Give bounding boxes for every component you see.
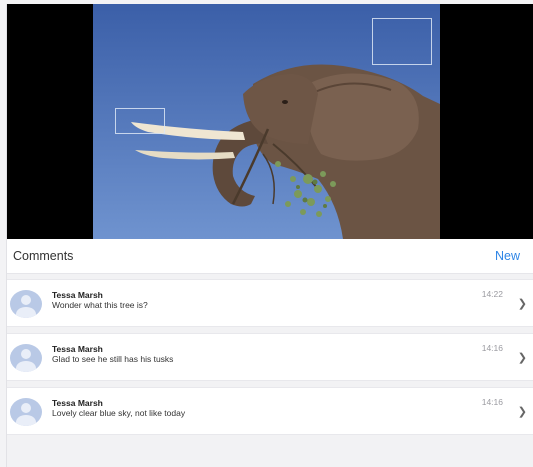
chevron-right-icon: ❯	[517, 352, 527, 364]
comment-time: 14:22	[481, 289, 503, 299]
comment-text: Glad to see he still has his tusks	[52, 354, 174, 364]
avatar	[10, 290, 42, 318]
new-comment-button[interactable]: New	[495, 249, 520, 263]
annotation-region[interactable]	[115, 108, 165, 134]
comments-list: Tessa Marsh Wonder what this tree is? 14…	[7, 279, 533, 441]
chevron-right-icon: ❯	[517, 298, 527, 310]
comments-title: Comments	[13, 249, 74, 263]
comment-author: Tessa Marsh	[52, 290, 103, 300]
person-silhouette-icon	[21, 349, 31, 359]
comment-item[interactable]: Tessa Marsh Lovely clear blue sky, not l…	[7, 387, 533, 435]
avatar	[10, 398, 42, 426]
comment-item[interactable]: Tessa Marsh Wonder what this tree is? 14…	[7, 279, 533, 327]
comment-time: 14:16	[481, 343, 503, 353]
person-silhouette-icon	[21, 403, 31, 413]
person-silhouette-icon	[21, 295, 31, 305]
photo-viewer	[7, 4, 533, 239]
comment-item[interactable]: Tessa Marsh Glad to see he still has his…	[7, 333, 533, 381]
comment-author: Tessa Marsh	[52, 344, 103, 354]
elephant-photo[interactable]	[93, 4, 440, 239]
comment-text: Wonder what this tree is?	[52, 300, 148, 310]
comments-header: Comments New	[7, 239, 533, 274]
app-frame: Comments New Tessa Marsh Wonder what thi…	[6, 4, 533, 467]
chevron-right-icon: ❯	[517, 406, 527, 418]
comment-author: Tessa Marsh	[52, 398, 103, 408]
annotation-region[interactable]	[372, 18, 432, 65]
comment-text: Lovely clear blue sky, not like today	[52, 408, 186, 418]
comment-time: 14:16	[481, 397, 503, 407]
avatar	[10, 344, 42, 372]
